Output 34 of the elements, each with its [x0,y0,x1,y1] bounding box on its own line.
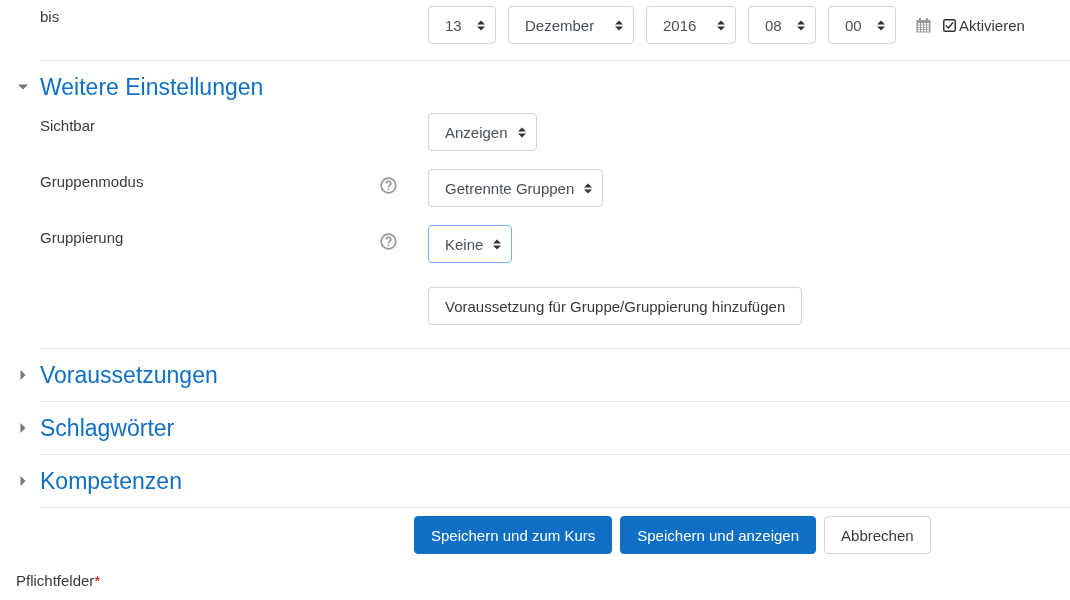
section-title[interactable]: Voraussetzungen [40,361,218,389]
dropdown-select[interactable]: Getrennte Gruppen [428,169,604,207]
sort-arrows-icon [615,19,623,31]
date-select[interactable]: 2016 [646,6,736,44]
date-select[interactable]: Dezember [508,6,634,44]
section-title[interactable]: Kompetenzen [40,467,182,495]
section-title[interactable]: Weitere Einstellungen [40,73,264,101]
field-label: Gruppierung [40,228,125,246]
date-select[interactable]: 13 [428,6,496,44]
sort-arrows-icon [584,182,593,194]
date-select[interactable]: 08 [748,6,816,44]
dropdown-select[interactable]: Anzeigen [428,113,537,151]
checkbox-label[interactable]: Aktivieren [959,16,1025,34]
field-label: bis [40,7,61,25]
help-icon[interactable] [380,233,397,250]
sort-arrows-icon [797,19,805,31]
sort-arrows-icon [493,238,502,250]
section-title[interactable]: Schlagwörter [40,414,175,442]
dropdown-select[interactable]: Keine [428,225,513,263]
sort-arrows-icon [717,19,725,31]
field-label: Gruppenmodus [40,172,145,190]
cancel-button[interactable]: Abbrechen [824,516,931,554]
sort-arrows-icon [477,19,485,31]
save-button[interactable]: Speichern und zum Kurs [414,516,613,554]
field-label: Sichtbar [40,116,97,134]
required-fields-note: Pflichtfelder* [16,572,101,589]
date-select[interactable]: 00 [828,6,896,44]
checkbox-icon[interactable] [943,18,956,32]
sort-arrows-icon [517,126,526,138]
help-icon[interactable] [380,177,397,194]
save-button[interactable]: Speichern und anzeigen [620,516,817,554]
calendar-icon[interactable] [916,17,931,33]
add-restriction-button[interactable]: Voraussetzung für Gruppe/Gruppierung hinzufügen [428,287,803,325]
sort-arrows-icon [877,19,885,31]
